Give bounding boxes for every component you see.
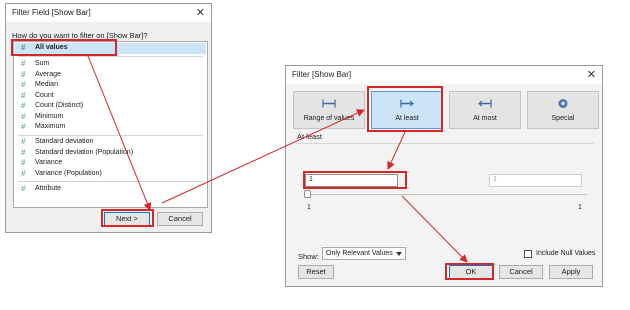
maximum-value-input: 1 [489,174,582,187]
list-item-sum[interactable]: # Sum [15,59,206,70]
reset-button[interactable]: Reset [298,265,334,279]
measure-icon: # [21,137,26,146]
cancel-button[interactable]: Cancel [157,212,203,226]
range-icon [322,99,336,108]
highlight-min-input [303,171,407,189]
measure-icon: # [21,69,26,79]
aggregation-list[interactable]: # All values # Sum # Average # Median # … [13,41,208,208]
measure-icon: # [21,101,26,110]
list-item-minimum[interactable]: # Minimum [15,112,206,123]
list-item-count-distinct[interactable]: # Count (Distinct) [15,101,206,112]
show-values-select[interactable]: Only Relevant Values [322,247,406,260]
filter-field-dialog: Filter Field [Show Bar] ✕ How do you wan… [5,3,212,233]
at-most-icon [478,99,492,108]
list-item-std-dev-pop[interactable]: # Standard deviation (Population) [15,148,206,159]
dialog-title: Filter Field [Show Bar] [6,4,211,22]
list-item-variance-pop[interactable]: # Variance (Population) [15,169,206,180]
measure-icon: # [21,158,26,167]
include-null-checkbox[interactable] [524,250,532,258]
measure-icon: # [21,122,26,131]
range-slider-track[interactable] [307,194,587,195]
special-icon [558,99,568,108]
close-icon[interactable]: ✕ [196,4,205,22]
measure-icon: # [21,111,26,121]
chevron-down-icon [396,252,402,256]
highlight-at-least-tab [367,86,443,132]
dialog-title: Filter [Show Bar] [286,66,602,84]
cancel-button[interactable]: Cancel [499,265,543,279]
list-item-maximum[interactable]: # Maximum [15,122,206,133]
list-divider [18,181,203,182]
range-slider-handle[interactable] [304,190,311,198]
highlight-all-values [11,39,117,56]
measure-icon: # [21,147,26,157]
list-item-variance[interactable]: # Variance [15,158,206,169]
list-item-median[interactable]: # Median [15,80,206,91]
section-label: At least [297,132,323,141]
range-max-label: 1 [578,204,582,211]
list-item-std-dev[interactable]: # Standard deviation [15,137,206,148]
tab-range-of-values[interactable]: Range of values [293,91,365,129]
list-divider [18,135,203,136]
apply-button[interactable]: Apply [549,265,593,279]
measure-icon: # [21,80,26,89]
highlight-ok-button [445,263,494,280]
list-item-count[interactable]: # Count [15,91,206,102]
tab-at-most[interactable]: At most [449,91,521,129]
show-label: Show: [298,252,319,261]
list-item-attribute[interactable]: # Attribute [15,184,206,195]
measure-icon: # [21,90,26,100]
include-null-label: Include Null Values [536,250,596,257]
highlight-next-button [101,209,154,227]
list-item-average[interactable]: # Average [15,70,206,81]
measure-icon: # [21,168,26,178]
tab-special[interactable]: Special [527,91,599,129]
measure-icon: # [21,59,26,68]
range-min-label: 1 [307,204,311,211]
measure-icon: # [21,184,26,193]
close-icon[interactable]: ✕ [587,66,596,84]
list-divider [18,56,203,57]
